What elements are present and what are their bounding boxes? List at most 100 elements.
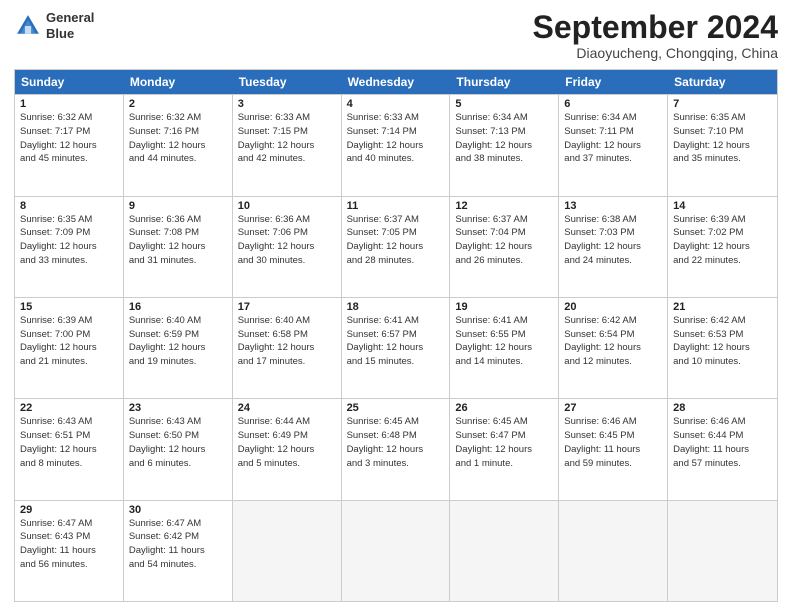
calendar-day-empty <box>668 501 777 601</box>
day-number: 2 <box>129 98 227 110</box>
calendar-day-23: 23Sunrise: 6:43 AM Sunset: 6:50 PM Dayli… <box>124 399 233 499</box>
calendar-day-21: 21Sunrise: 6:42 AM Sunset: 6:53 PM Dayli… <box>668 298 777 398</box>
logo: General Blue <box>14 10 94 41</box>
calendar-day-20: 20Sunrise: 6:42 AM Sunset: 6:54 PM Dayli… <box>559 298 668 398</box>
logo-line2: Blue <box>46 26 74 41</box>
calendar-row-2: 15Sunrise: 6:39 AM Sunset: 7:00 PM Dayli… <box>15 297 777 398</box>
location-subtitle: Diaoyucheng, Chongqing, China <box>533 45 778 61</box>
calendar-day-11: 11Sunrise: 6:37 AM Sunset: 7:05 PM Dayli… <box>342 197 451 297</box>
day-number: 20 <box>564 301 662 313</box>
calendar-header: SundayMondayTuesdayWednesdayThursdayFrid… <box>15 70 777 94</box>
day-info: Sunrise: 6:39 AM Sunset: 7:02 PM Dayligh… <box>673 213 772 268</box>
day-info: Sunrise: 6:34 AM Sunset: 7:11 PM Dayligh… <box>564 111 662 166</box>
day-number: 29 <box>20 504 118 516</box>
day-info: Sunrise: 6:43 AM Sunset: 6:51 PM Dayligh… <box>20 415 118 470</box>
logo-icon <box>14 12 42 40</box>
day-number: 9 <box>129 200 227 212</box>
calendar-day-5: 5Sunrise: 6:34 AM Sunset: 7:13 PM Daylig… <box>450 95 559 195</box>
day-number: 27 <box>564 402 662 414</box>
title-area: September 2024 Diaoyucheng, Chongqing, C… <box>533 10 778 61</box>
day-number: 6 <box>564 98 662 110</box>
day-info: Sunrise: 6:41 AM Sunset: 6:55 PM Dayligh… <box>455 314 553 369</box>
day-info: Sunrise: 6:39 AM Sunset: 7:00 PM Dayligh… <box>20 314 118 369</box>
day-info: Sunrise: 6:42 AM Sunset: 6:54 PM Dayligh… <box>564 314 662 369</box>
day-number: 22 <box>20 402 118 414</box>
day-number: 3 <box>238 98 336 110</box>
calendar-day-29: 29Sunrise: 6:47 AM Sunset: 6:43 PM Dayli… <box>15 501 124 601</box>
header-day-friday: Friday <box>559 70 668 94</box>
calendar-row-0: 1Sunrise: 6:32 AM Sunset: 7:17 PM Daylig… <box>15 94 777 195</box>
day-number: 13 <box>564 200 662 212</box>
calendar-day-26: 26Sunrise: 6:45 AM Sunset: 6:47 PM Dayli… <box>450 399 559 499</box>
month-title: September 2024 <box>533 10 778 45</box>
calendar-day-1: 1Sunrise: 6:32 AM Sunset: 7:17 PM Daylig… <box>15 95 124 195</box>
day-info: Sunrise: 6:41 AM Sunset: 6:57 PM Dayligh… <box>347 314 445 369</box>
calendar-day-27: 27Sunrise: 6:46 AM Sunset: 6:45 PM Dayli… <box>559 399 668 499</box>
calendar-day-3: 3Sunrise: 6:33 AM Sunset: 7:15 PM Daylig… <box>233 95 342 195</box>
header-day-wednesday: Wednesday <box>342 70 451 94</box>
header-day-tuesday: Tuesday <box>233 70 342 94</box>
day-number: 19 <box>455 301 553 313</box>
day-info: Sunrise: 6:47 AM Sunset: 6:43 PM Dayligh… <box>20 517 118 572</box>
day-info: Sunrise: 6:43 AM Sunset: 6:50 PM Dayligh… <box>129 415 227 470</box>
header: General Blue September 2024 Diaoyucheng,… <box>14 10 778 61</box>
calendar-day-6: 6Sunrise: 6:34 AM Sunset: 7:11 PM Daylig… <box>559 95 668 195</box>
day-number: 7 <box>673 98 772 110</box>
day-info: Sunrise: 6:34 AM Sunset: 7:13 PM Dayligh… <box>455 111 553 166</box>
day-info: Sunrise: 6:32 AM Sunset: 7:16 PM Dayligh… <box>129 111 227 166</box>
day-number: 16 <box>129 301 227 313</box>
calendar-day-13: 13Sunrise: 6:38 AM Sunset: 7:03 PM Dayli… <box>559 197 668 297</box>
calendar-day-9: 9Sunrise: 6:36 AM Sunset: 7:08 PM Daylig… <box>124 197 233 297</box>
calendar-day-empty <box>233 501 342 601</box>
day-number: 1 <box>20 98 118 110</box>
day-number: 21 <box>673 301 772 313</box>
calendar-day-15: 15Sunrise: 6:39 AM Sunset: 7:00 PM Dayli… <box>15 298 124 398</box>
logo-text: General Blue <box>46 10 94 41</box>
calendar-day-8: 8Sunrise: 6:35 AM Sunset: 7:09 PM Daylig… <box>15 197 124 297</box>
day-number: 8 <box>20 200 118 212</box>
header-day-thursday: Thursday <box>450 70 559 94</box>
calendar-row-1: 8Sunrise: 6:35 AM Sunset: 7:09 PM Daylig… <box>15 196 777 297</box>
calendar-row-4: 29Sunrise: 6:47 AM Sunset: 6:43 PM Dayli… <box>15 500 777 601</box>
day-number: 11 <box>347 200 445 212</box>
day-info: Sunrise: 6:46 AM Sunset: 6:44 PM Dayligh… <box>673 415 772 470</box>
day-info: Sunrise: 6:40 AM Sunset: 6:58 PM Dayligh… <box>238 314 336 369</box>
day-info: Sunrise: 6:40 AM Sunset: 6:59 PM Dayligh… <box>129 314 227 369</box>
logo-line1: General <box>46 10 94 25</box>
calendar-day-25: 25Sunrise: 6:45 AM Sunset: 6:48 PM Dayli… <box>342 399 451 499</box>
day-number: 28 <box>673 402 772 414</box>
calendar-day-empty <box>450 501 559 601</box>
calendar-day-10: 10Sunrise: 6:36 AM Sunset: 7:06 PM Dayli… <box>233 197 342 297</box>
calendar-day-2: 2Sunrise: 6:32 AM Sunset: 7:16 PM Daylig… <box>124 95 233 195</box>
calendar-day-22: 22Sunrise: 6:43 AM Sunset: 6:51 PM Dayli… <box>15 399 124 499</box>
calendar-day-empty <box>559 501 668 601</box>
day-number: 25 <box>347 402 445 414</box>
day-info: Sunrise: 6:45 AM Sunset: 6:47 PM Dayligh… <box>455 415 553 470</box>
day-number: 14 <box>673 200 772 212</box>
day-info: Sunrise: 6:32 AM Sunset: 7:17 PM Dayligh… <box>20 111 118 166</box>
day-number: 18 <box>347 301 445 313</box>
calendar-day-19: 19Sunrise: 6:41 AM Sunset: 6:55 PM Dayli… <box>450 298 559 398</box>
calendar: SundayMondayTuesdayWednesdayThursdayFrid… <box>14 69 778 602</box>
calendar-day-4: 4Sunrise: 6:33 AM Sunset: 7:14 PM Daylig… <box>342 95 451 195</box>
day-info: Sunrise: 6:36 AM Sunset: 7:06 PM Dayligh… <box>238 213 336 268</box>
calendar-day-18: 18Sunrise: 6:41 AM Sunset: 6:57 PM Dayli… <box>342 298 451 398</box>
calendar-day-24: 24Sunrise: 6:44 AM Sunset: 6:49 PM Dayli… <box>233 399 342 499</box>
calendar-day-empty <box>342 501 451 601</box>
calendar-day-12: 12Sunrise: 6:37 AM Sunset: 7:04 PM Dayli… <box>450 197 559 297</box>
calendar-body: 1Sunrise: 6:32 AM Sunset: 7:17 PM Daylig… <box>15 94 777 601</box>
day-info: Sunrise: 6:42 AM Sunset: 6:53 PM Dayligh… <box>673 314 772 369</box>
day-info: Sunrise: 6:35 AM Sunset: 7:09 PM Dayligh… <box>20 213 118 268</box>
day-info: Sunrise: 6:37 AM Sunset: 7:04 PM Dayligh… <box>455 213 553 268</box>
day-number: 26 <box>455 402 553 414</box>
day-number: 5 <box>455 98 553 110</box>
day-number: 4 <box>347 98 445 110</box>
day-number: 24 <box>238 402 336 414</box>
day-info: Sunrise: 6:46 AM Sunset: 6:45 PM Dayligh… <box>564 415 662 470</box>
calendar-day-14: 14Sunrise: 6:39 AM Sunset: 7:02 PM Dayli… <box>668 197 777 297</box>
day-number: 30 <box>129 504 227 516</box>
calendar-day-30: 30Sunrise: 6:47 AM Sunset: 6:42 PM Dayli… <box>124 501 233 601</box>
day-info: Sunrise: 6:35 AM Sunset: 7:10 PM Dayligh… <box>673 111 772 166</box>
calendar-day-16: 16Sunrise: 6:40 AM Sunset: 6:59 PM Dayli… <box>124 298 233 398</box>
day-number: 12 <box>455 200 553 212</box>
